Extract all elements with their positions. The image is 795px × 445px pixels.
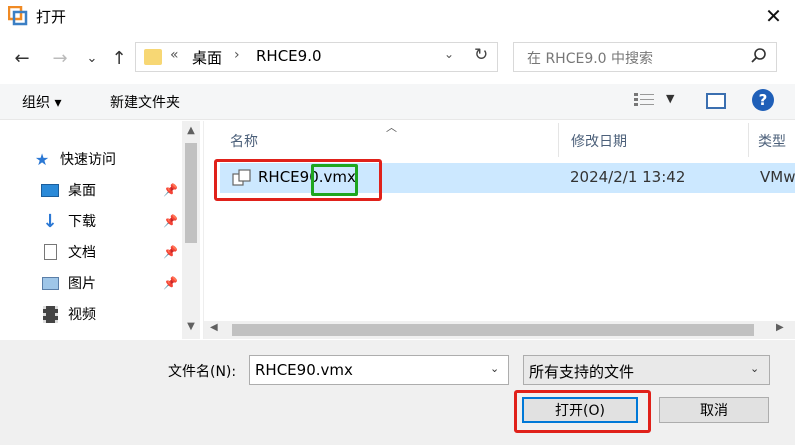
breadcrumb-desktop[interactable]: 桌面	[192, 47, 222, 68]
navigation-pane: ★ 快速访问 桌面 📌 ↓ 下载 📌 文档 📌 图片 📌 视频 ▲ ▼	[0, 121, 202, 339]
breadcrumb-chevron-icon[interactable]: ›	[234, 47, 240, 63]
vmware-app-icon	[8, 6, 28, 26]
sidebar-item-label: 快速访问	[60, 152, 116, 168]
view-dropdown-icon[interactable]: ▼	[666, 92, 674, 105]
close-button[interactable]: ✕	[752, 0, 795, 32]
window-title: 打开	[36, 8, 67, 26]
column-type[interactable]: 类型	[758, 131, 786, 151]
sidebar-item-pictures[interactable]: 图片	[40, 269, 96, 297]
pin-icon[interactable]: 📌	[163, 214, 178, 228]
scrollbar-thumb[interactable]	[185, 143, 197, 243]
filename-field[interactable]: RHCE90.vmx ⌄	[249, 355, 509, 385]
recent-locations-icon[interactable]: ⌄	[80, 46, 104, 70]
column-divider[interactable]	[558, 123, 559, 157]
search-icon[interactable]	[750, 47, 768, 65]
pin-icon[interactable]: 📌	[163, 183, 178, 197]
column-header: ︿ 名称 修改日期 类型	[204, 121, 795, 159]
address-bar[interactable]: « 桌面 › RHCE9.0 ⌄ ↻	[135, 42, 498, 72]
address-dropdown-icon[interactable]: ⌄	[444, 47, 454, 61]
search-placeholder: 在 RHCE9.0 中搜索	[527, 51, 654, 67]
scrollbar-thumb[interactable]	[232, 324, 754, 336]
file-type: VMw	[760, 168, 795, 186]
sidebar-item-videos[interactable]: 视频	[40, 300, 96, 328]
sidebar-item-documents[interactable]: 文档	[40, 238, 96, 266]
desktop-icon	[40, 181, 60, 199]
scroll-left-icon[interactable]: ◀	[210, 322, 218, 333]
navigation-bar: ← → ⌄ ↑ « 桌面 › RHCE9.0 ⌄ ↻ 在 RHCE9.0 中搜索	[0, 40, 795, 76]
video-icon	[40, 305, 60, 323]
sidebar-scrollbar[interactable]: ▲ ▼	[182, 121, 200, 339]
search-input[interactable]: 在 RHCE9.0 中搜索	[513, 42, 777, 72]
column-modified[interactable]: 修改日期	[571, 131, 627, 151]
cancel-button[interactable]: 取消	[659, 397, 769, 423]
sidebar-item-label: 下载	[68, 214, 96, 230]
star-icon: ★	[34, 149, 50, 169]
command-toolbar: 组织 ▾ 新建文件夹 ▼ ?	[0, 84, 795, 120]
filter-value: 所有支持的文件	[529, 363, 635, 381]
filename-value: RHCE90.vmx	[255, 361, 353, 379]
sort-ascending-icon: ︿	[386, 121, 397, 134]
title-bar: 打开 ✕	[0, 0, 795, 34]
preview-pane-icon[interactable]	[706, 93, 726, 109]
pin-icon[interactable]: 📌	[163, 276, 178, 290]
filename-label: 文件名(N):	[168, 364, 237, 380]
sidebar-item-label: 桌面	[68, 183, 96, 199]
refresh-icon[interactable]: ↻	[474, 45, 488, 65]
download-icon: ↓	[42, 210, 58, 232]
forward-arrow-icon[interactable]: →	[48, 46, 72, 70]
folder-icon	[144, 49, 162, 65]
new-folder-button[interactable]: 新建文件夹	[110, 92, 180, 112]
breadcrumb-overflow-icon[interactable]: «	[170, 47, 179, 63]
sidebar-item-quick-access[interactable]: ★ 快速访问	[32, 145, 116, 173]
sidebar-item-label: 图片	[68, 276, 96, 292]
file-type-filter[interactable]: 所有支持的文件 ⌄	[523, 355, 770, 385]
pin-icon[interactable]: 📌	[163, 245, 178, 259]
file-modified-date: 2024/2/1 13:42	[570, 168, 686, 186]
highlight-box-extension	[311, 164, 358, 196]
chevron-down-icon[interactable]: ⌄	[490, 362, 499, 375]
breadcrumb-current-folder[interactable]: RHCE9.0	[256, 47, 322, 65]
dialog-footer: 文件名(N): RHCE90.vmx ⌄ 所有支持的文件 ⌄ 打开(O) 取消	[0, 340, 795, 445]
help-icon[interactable]: ?	[752, 89, 774, 111]
organize-button[interactable]: 组织 ▾	[22, 92, 61, 112]
horizontal-scrollbar[interactable]: ◀ ▶	[204, 321, 795, 339]
column-divider[interactable]	[748, 123, 749, 157]
file-list: ︿ 名称 修改日期 类型 RHCE90.vmx 2024/2/1 13:42 V…	[203, 121, 795, 339]
highlight-box-open	[514, 390, 651, 433]
sidebar-item-downloads[interactable]: ↓ 下载	[40, 207, 96, 235]
picture-icon	[40, 274, 60, 292]
back-arrow-icon[interactable]: ←	[10, 46, 34, 70]
sidebar-item-label: 文档	[68, 245, 96, 261]
scroll-right-icon[interactable]: ▶	[776, 322, 784, 333]
chevron-down-icon[interactable]: ⌄	[750, 362, 759, 375]
column-name[interactable]: 名称	[230, 131, 258, 151]
sidebar-item-desktop[interactable]: 桌面	[40, 176, 96, 204]
sidebar-item-label: 视频	[68, 307, 96, 323]
scroll-up-icon[interactable]: ▲	[182, 125, 200, 136]
document-icon	[40, 243, 60, 261]
scroll-down-icon[interactable]: ▼	[182, 321, 200, 332]
view-options-icon[interactable]	[634, 92, 656, 108]
up-arrow-icon[interactable]: ↑	[107, 46, 131, 70]
